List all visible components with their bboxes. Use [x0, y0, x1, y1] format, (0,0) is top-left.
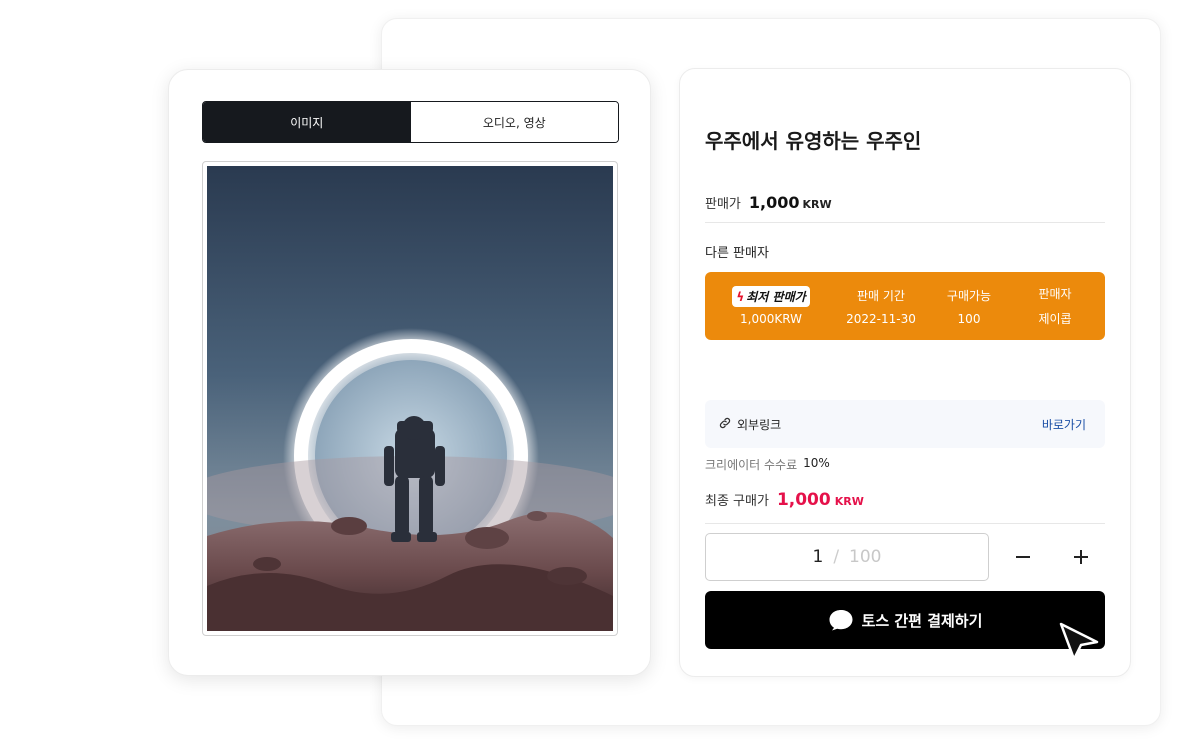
fee-label: 크리에이터 수수료 — [705, 458, 798, 472]
plus-icon — [1074, 550, 1088, 564]
pay-button-label: 토스 간편 결제하기 — [861, 611, 983, 630]
external-link-label: 외부링크 — [737, 417, 782, 432]
link-icon — [718, 415, 732, 434]
seller-label: 판매자 — [1038, 287, 1072, 301]
quantity-current: 1 — [812, 547, 824, 567]
product-title: 우주에서 유영하는 우주인 — [705, 129, 922, 153]
fee-value: 10% — [803, 456, 830, 470]
final-price-row: 최종 구매가 1,000 KRW — [705, 490, 1105, 524]
seller-value: 제이콥 — [1038, 312, 1072, 326]
period-col: 판매 기간 2022-11-30 — [837, 287, 925, 326]
available-value: 100 — [957, 311, 981, 326]
price-unit: KRW — [802, 198, 832, 211]
page: 이미지 오디오, 영상 우주에서 유영하는 우주인 판매가 1,000 KRW … — [0, 0, 1190, 746]
best-price-value: 1,000KRW — [740, 312, 802, 326]
toss-pay-button[interactable]: 토스 간편 결제하기 — [705, 591, 1105, 649]
price-value: 1,000 — [748, 193, 800, 212]
available-label: 구매가능 — [946, 288, 992, 303]
best-price-col: ϟ 최저 판매가 1,000KRW — [705, 286, 837, 326]
quantity-max: 100 — [849, 547, 882, 567]
period-label: 판매 기간 — [857, 288, 905, 303]
bolt-icon: ϟ — [736, 289, 745, 304]
cursor-icon — [1059, 622, 1099, 661]
media-tabs: 이미지 오디오, 영상 — [202, 101, 619, 143]
final-price-unit: KRW — [834, 495, 864, 508]
go-to-link[interactable]: 바로가기 — [1042, 416, 1092, 433]
seller-offer[interactable]: ϟ 최저 판매가 1,000KRW 판매 기간 2022-11-30 구매가능 … — [705, 272, 1105, 340]
seller-col: 판매자 제이콥 — [1013, 285, 1097, 327]
available-col: 구매가능 100 — [925, 287, 1013, 326]
period-value: 2022-11-30 — [846, 311, 916, 326]
price-label: 판매가 — [705, 197, 741, 212]
artwork-frame — [202, 161, 618, 636]
minus-icon — [1016, 556, 1030, 558]
tab-audio-video[interactable]: 오디오, 영상 — [410, 102, 618, 142]
artwork-image — [207, 166, 613, 631]
other-sellers-label: 다른 판매자 — [705, 246, 769, 261]
purchase-card: 우주에서 유영하는 우주인 판매가 1,000 KRW 다른 판매자 ϟ 최저 … — [679, 68, 1131, 677]
external-link-box: 외부링크 바로가기 — [705, 400, 1105, 448]
quantity-field[interactable]: 1 / 100 — [705, 533, 989, 581]
toss-icon — [829, 610, 853, 631]
media-card: 이미지 오디오, 영상 — [168, 69, 651, 676]
decrease-button[interactable] — [1007, 541, 1039, 573]
best-price-badge: ϟ 최저 판매가 — [732, 286, 810, 307]
final-price-value: 1,000 — [776, 490, 831, 510]
creator-fee: 크리에이터 수수료 10% — [705, 456, 830, 473]
tab-image[interactable]: 이미지 — [203, 102, 411, 142]
increase-button[interactable] — [1065, 541, 1097, 573]
quantity-separator: / — [833, 547, 840, 567]
price-row: 판매가 1,000 KRW — [705, 193, 1105, 223]
final-price-label: 최종 구매가 — [705, 494, 769, 509]
